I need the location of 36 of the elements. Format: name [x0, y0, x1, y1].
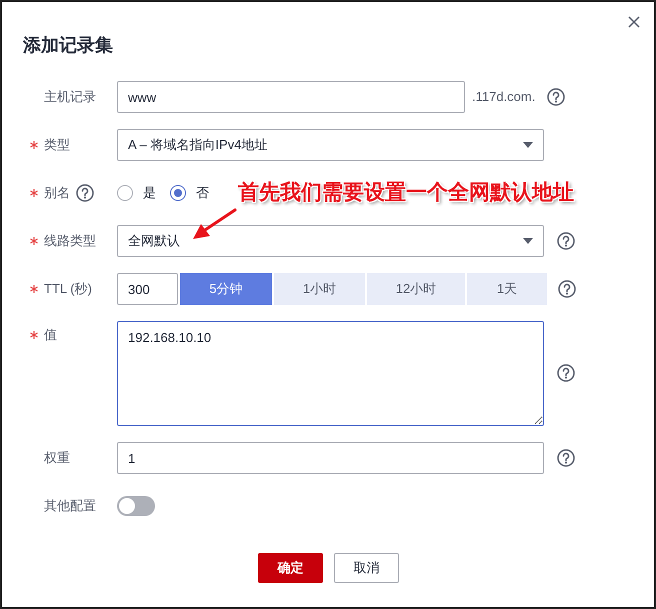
annotation-text: 首先我们需要设置一个全网默认地址: [238, 180, 574, 206]
field-label: TTL (秒): [44, 280, 92, 298]
toggle-switch[interactable]: [117, 496, 155, 516]
ttl-field[interactable]: 300: [117, 273, 178, 305]
arrow-icon: [191, 208, 237, 242]
ttl-option[interactable]: 5分钟: [180, 273, 272, 305]
cancel-button[interactable]: 取消: [334, 553, 399, 583]
ttl-option[interactable]: 12小时: [367, 273, 465, 305]
ttl-option[interactable]: 1天: [467, 273, 547, 305]
caret-icon: [523, 142, 533, 148]
field-label: 线路类型: [44, 232, 96, 250]
radio-option[interactable]: 是: [117, 183, 156, 203]
help-icon[interactable]: [76, 184, 94, 202]
close-icon[interactable]: [628, 16, 640, 28]
value-textarea[interactable]: 192.168.10.10: [117, 321, 544, 426]
field-label: 别名: [44, 184, 70, 202]
text-field[interactable]: 1: [117, 442, 544, 474]
caret-icon: [523, 238, 533, 244]
select-dropdown[interactable]: 全网默认: [117, 225, 544, 257]
field-label: 主机记录: [44, 88, 96, 106]
field-label: 值: [44, 326, 57, 344]
help-icon[interactable]: [558, 280, 576, 298]
help-icon[interactable]: [557, 232, 575, 250]
select-dropdown[interactable]: A – 将域名指向IPv4地址: [117, 129, 544, 161]
dialog-title: 添加记录集: [23, 34, 113, 57]
ttl-option[interactable]: 1小时: [274, 273, 365, 305]
help-icon[interactable]: [557, 364, 575, 382]
confirm-button[interactable]: 确定: [258, 553, 323, 583]
field-label: 类型: [44, 136, 70, 154]
help-icon[interactable]: [557, 449, 575, 467]
field-label: 其他配置: [44, 497, 96, 516]
field-label: 权重: [44, 449, 70, 468]
radio-option[interactable]: 否: [170, 183, 209, 203]
text-field[interactable]: www: [117, 81, 465, 113]
domain-suffix: .117d.com.: [472, 88, 536, 106]
help-icon[interactable]: [547, 88, 565, 106]
